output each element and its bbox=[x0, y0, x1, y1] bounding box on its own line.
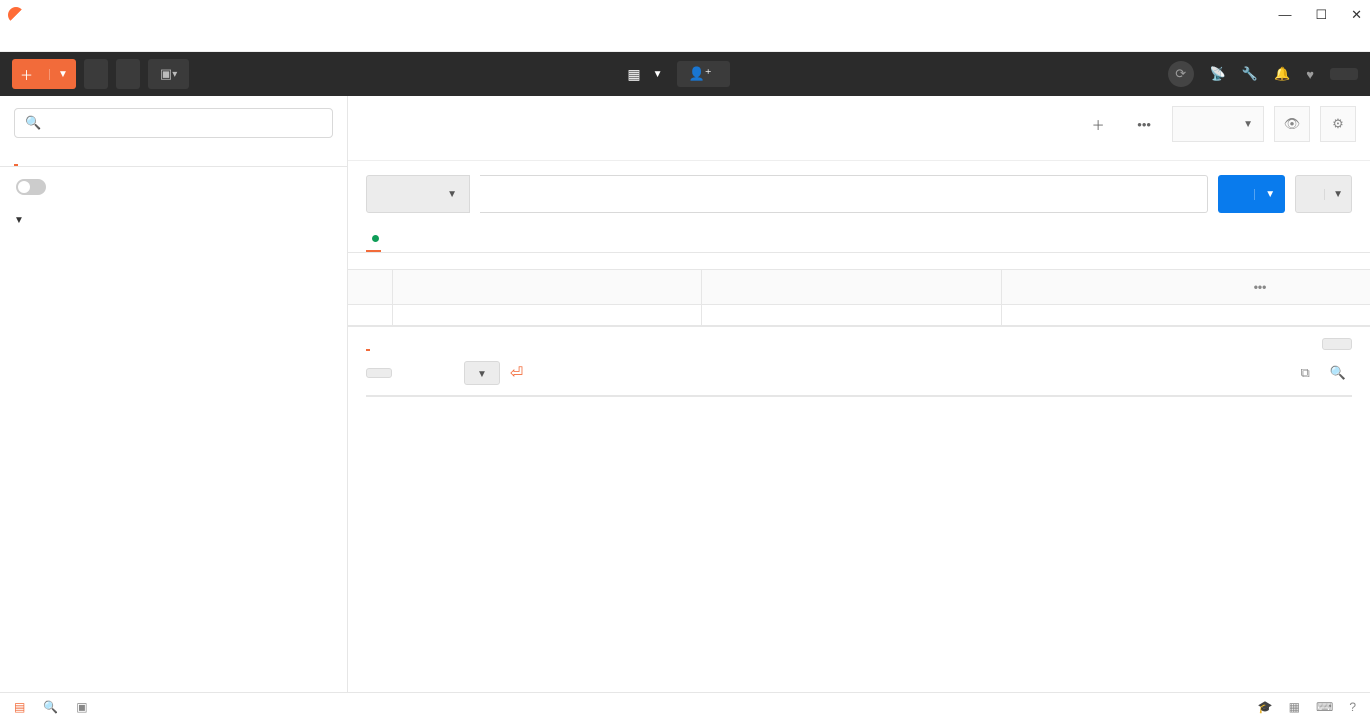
workspace-selector[interactable]: ▦ ▼ bbox=[627, 66, 662, 83]
window-toggle-button[interactable]: ▣ ▾ bbox=[148, 59, 189, 89]
app-logo-icon bbox=[8, 7, 24, 23]
window-titlebar: — ☐ ✕ bbox=[0, 0, 1370, 30]
window-close-icon[interactable]: ✕ bbox=[1351, 7, 1362, 23]
tab-collections[interactable] bbox=[48, 148, 52, 166]
resp-tab-body[interactable] bbox=[366, 337, 370, 351]
param-desc-input[interactable] bbox=[1002, 305, 1230, 325]
app-menubar bbox=[0, 30, 1370, 52]
wrap-lines-button[interactable]: ⏎ bbox=[508, 361, 525, 385]
query-params-title bbox=[348, 253, 1370, 269]
resp-tab-cookies[interactable] bbox=[390, 338, 394, 350]
format-selector[interactable]: ▼ bbox=[464, 361, 500, 385]
settings-button[interactable]: ⚙ bbox=[1320, 106, 1356, 142]
tab-tests[interactable] bbox=[541, 232, 545, 248]
chevron-down-icon: ▼ bbox=[1243, 119, 1253, 130]
copy-response-icon[interactable]: ⧉ bbox=[1295, 363, 1316, 383]
send-dropdown-icon[interactable]: ▼ bbox=[1254, 189, 1285, 200]
keyboard-icon[interactable]: ⌨ bbox=[1316, 700, 1333, 714]
chevron-down-icon: ▼ bbox=[14, 215, 24, 226]
col-options-button[interactable]: ••• bbox=[1230, 270, 1290, 304]
tab-headers[interactable] bbox=[441, 232, 449, 248]
sidebar: 🔍 ▼ bbox=[0, 96, 348, 692]
statusbar: ▤ 🔍 ▣ 🎓 ▦ ⌨ ? bbox=[0, 692, 1370, 720]
sync-off-icon[interactable]: ⟳ bbox=[1168, 61, 1194, 87]
col-desc-header bbox=[1002, 270, 1230, 304]
response-body[interactable] bbox=[366, 395, 1352, 397]
signin-button[interactable] bbox=[1330, 68, 1358, 80]
console-icon[interactable]: ▣ bbox=[76, 700, 87, 714]
chevron-down-icon: ▼ bbox=[447, 189, 457, 200]
satellite-icon[interactable]: 📡 bbox=[1210, 66, 1226, 82]
params-table: ••• bbox=[348, 269, 1370, 326]
params-indicator-dot bbox=[372, 235, 379, 242]
environment-selector[interactable]: ▼ bbox=[1172, 106, 1264, 142]
param-value-input[interactable] bbox=[702, 305, 1002, 325]
invite-button[interactable]: 👤⁺ bbox=[677, 61, 730, 87]
resp-tab-tests[interactable] bbox=[438, 338, 442, 350]
search-response-icon[interactable]: 🔍 bbox=[1324, 363, 1352, 383]
tab-apis[interactable] bbox=[82, 148, 86, 166]
download-button[interactable] bbox=[1322, 338, 1352, 350]
runner-button[interactable] bbox=[116, 59, 140, 89]
chevron-down-icon: ▼ bbox=[653, 69, 663, 80]
search-icon: 🔍 bbox=[25, 115, 41, 131]
param-key-input[interactable] bbox=[392, 305, 702, 325]
filter-input[interactable] bbox=[49, 116, 322, 131]
heart-icon[interactable]: ♥ bbox=[1306, 67, 1314, 82]
bulk-edit-button[interactable] bbox=[1290, 270, 1370, 304]
tab-prerequest[interactable] bbox=[509, 232, 513, 248]
new-dropdown-icon[interactable]: ▼ bbox=[49, 69, 76, 80]
view-pretty-button[interactable] bbox=[366, 368, 392, 378]
new-tab-button[interactable]: ＋ bbox=[1080, 115, 1116, 134]
tab-history[interactable] bbox=[14, 148, 18, 166]
tab-params[interactable] bbox=[366, 227, 381, 252]
request-name bbox=[348, 142, 1370, 161]
filter-input-wrapper[interactable]: 🔍 bbox=[14, 108, 333, 138]
tab-authorization[interactable] bbox=[409, 232, 413, 248]
window-maximize-icon[interactable]: ☐ bbox=[1315, 7, 1327, 23]
import-button[interactable] bbox=[84, 59, 108, 89]
wrench-icon[interactable]: 🔧 bbox=[1242, 66, 1258, 82]
main-toolbar: ＋ ▼ ▣ ▾ ▦ ▼ 👤⁺ ⟳ 📡 🔧 🔔 ♥ bbox=[0, 52, 1370, 96]
environment-preview-button[interactable]: 👁 bbox=[1274, 106, 1310, 142]
tab-body[interactable] bbox=[477, 232, 481, 248]
new-button[interactable]: ＋ ▼ bbox=[12, 59, 76, 89]
bell-icon[interactable]: 🔔 bbox=[1274, 66, 1290, 82]
save-dropdown-icon[interactable]: ▼ bbox=[1324, 189, 1351, 200]
help-icon[interactable]: ? bbox=[1349, 700, 1356, 714]
view-preview-button[interactable] bbox=[432, 369, 456, 377]
resp-tab-headers[interactable] bbox=[414, 338, 418, 350]
url-input[interactable] bbox=[480, 175, 1208, 213]
tab-options-button[interactable]: ••• bbox=[1126, 117, 1162, 132]
save-responses-toggle[interactable] bbox=[16, 179, 46, 195]
toggle-sidebar-icon[interactable]: ▤ bbox=[14, 700, 25, 714]
col-value-header bbox=[702, 270, 1002, 304]
workspace-grid-icon: ▦ bbox=[627, 66, 640, 83]
layout-icon[interactable]: ▦ bbox=[1289, 700, 1300, 714]
view-raw-button[interactable] bbox=[400, 369, 424, 377]
request-content: ＋ ••• ▼ 👁 ⚙ ▼ ▼ bbox=[348, 96, 1370, 692]
bootcamp-button[interactable]: 🎓 bbox=[1258, 700, 1273, 714]
col-key-header bbox=[392, 270, 702, 304]
method-selector[interactable]: ▼ bbox=[366, 175, 470, 213]
send-button[interactable]: ▼ bbox=[1218, 175, 1285, 213]
invite-person-icon: 👤⁺ bbox=[689, 66, 712, 82]
find-icon[interactable]: 🔍 bbox=[43, 700, 58, 714]
history-group-today[interactable]: ▼ bbox=[0, 207, 347, 234]
plus-icon: ＋ bbox=[12, 65, 41, 84]
window-minimize-icon[interactable]: — bbox=[1278, 7, 1291, 23]
save-button[interactable]: ▼ bbox=[1295, 175, 1352, 213]
